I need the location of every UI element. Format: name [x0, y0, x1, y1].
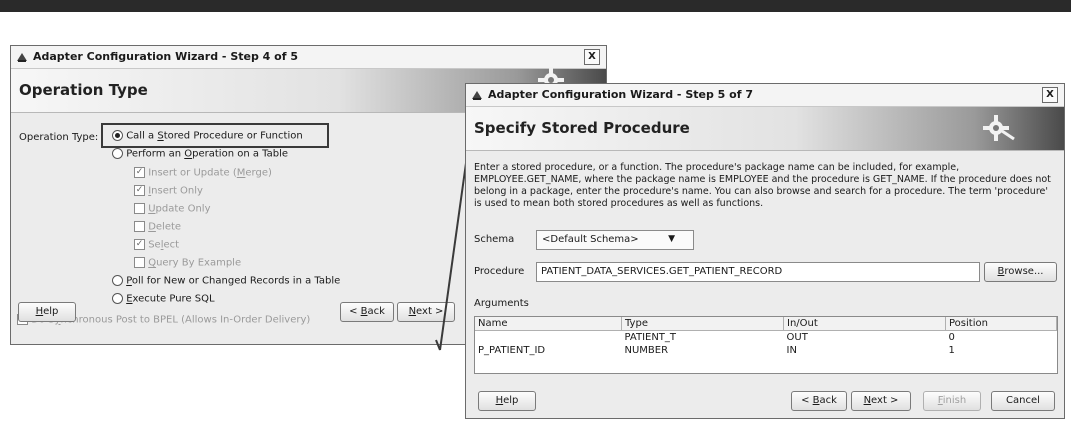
table-header-row: Name Type In/Out Position [475, 317, 1057, 331]
table-row[interactable]: PATIENT_T OUT 0 [475, 331, 1057, 345]
wizard-step5-header: Specify Stored Procedure [466, 107, 1064, 151]
cell-inout: OUT [786, 332, 808, 343]
wizard-step5-titlebar[interactable]: Adapter Configuration Wizard - Step 5 of… [466, 84, 1064, 107]
back-button[interactable]: < Back [791, 391, 847, 411]
cell-type: NUMBER [624, 345, 669, 356]
schema-select[interactable]: <Default Schema> ▼ [536, 230, 694, 250]
close-icon[interactable]: X [1042, 87, 1058, 103]
procedure-label: Procedure [474, 266, 525, 277]
finish-button[interactable]: Finish [923, 391, 981, 411]
cell-name [475, 331, 622, 345]
browse-button[interactable]: Browse... [984, 262, 1057, 282]
wizard-app-icon [472, 91, 482, 100]
column-header-inout[interactable]: In/Out [783, 317, 946, 331]
procedure-input[interactable]: PATIENT_DATA_SERVICES.GET_PATIENT_RECORD [536, 262, 980, 282]
wizard-step5-window: Adapter Configuration Wizard - Step 5 of… [465, 83, 1065, 419]
column-header-type[interactable]: Type [621, 317, 784, 331]
chevron-down-icon: ▼ [668, 234, 675, 244]
column-header-name[interactable]: Name [475, 317, 622, 331]
cell-position: 0 [948, 332, 955, 343]
procedure-description: Enter a stored procedure, or a function.… [474, 162, 1051, 209]
arguments-table: Name Type In/Out Position PATIENT_T OUT … [474, 316, 1058, 374]
cell-name: P_PATIENT_ID [478, 345, 546, 356]
page-title: Specify Stored Procedure [474, 119, 690, 137]
help-button[interactable]: Help [478, 391, 536, 411]
arguments-label: Arguments [474, 298, 529, 309]
gear-icon [983, 115, 1015, 141]
schema-label: Schema [474, 234, 515, 245]
procedure-value: PATIENT_DATA_SERVICES.GET_PATIENT_RECORD [541, 266, 783, 277]
schema-value: <Default Schema> [542, 234, 639, 245]
window-title: Adapter Configuration Wizard - Step 5 of… [488, 88, 753, 101]
cancel-button[interactable]: Cancel [991, 391, 1055, 411]
cell-inout: IN [786, 345, 797, 356]
column-header-position[interactable]: Position [945, 317, 1057, 331]
cell-position: 1 [948, 345, 955, 356]
cell-type: PATIENT_T [624, 332, 677, 343]
table-row[interactable]: P_PATIENT_ID NUMBER IN 1 [475, 344, 1057, 357]
next-button[interactable]: Next > [851, 391, 911, 411]
